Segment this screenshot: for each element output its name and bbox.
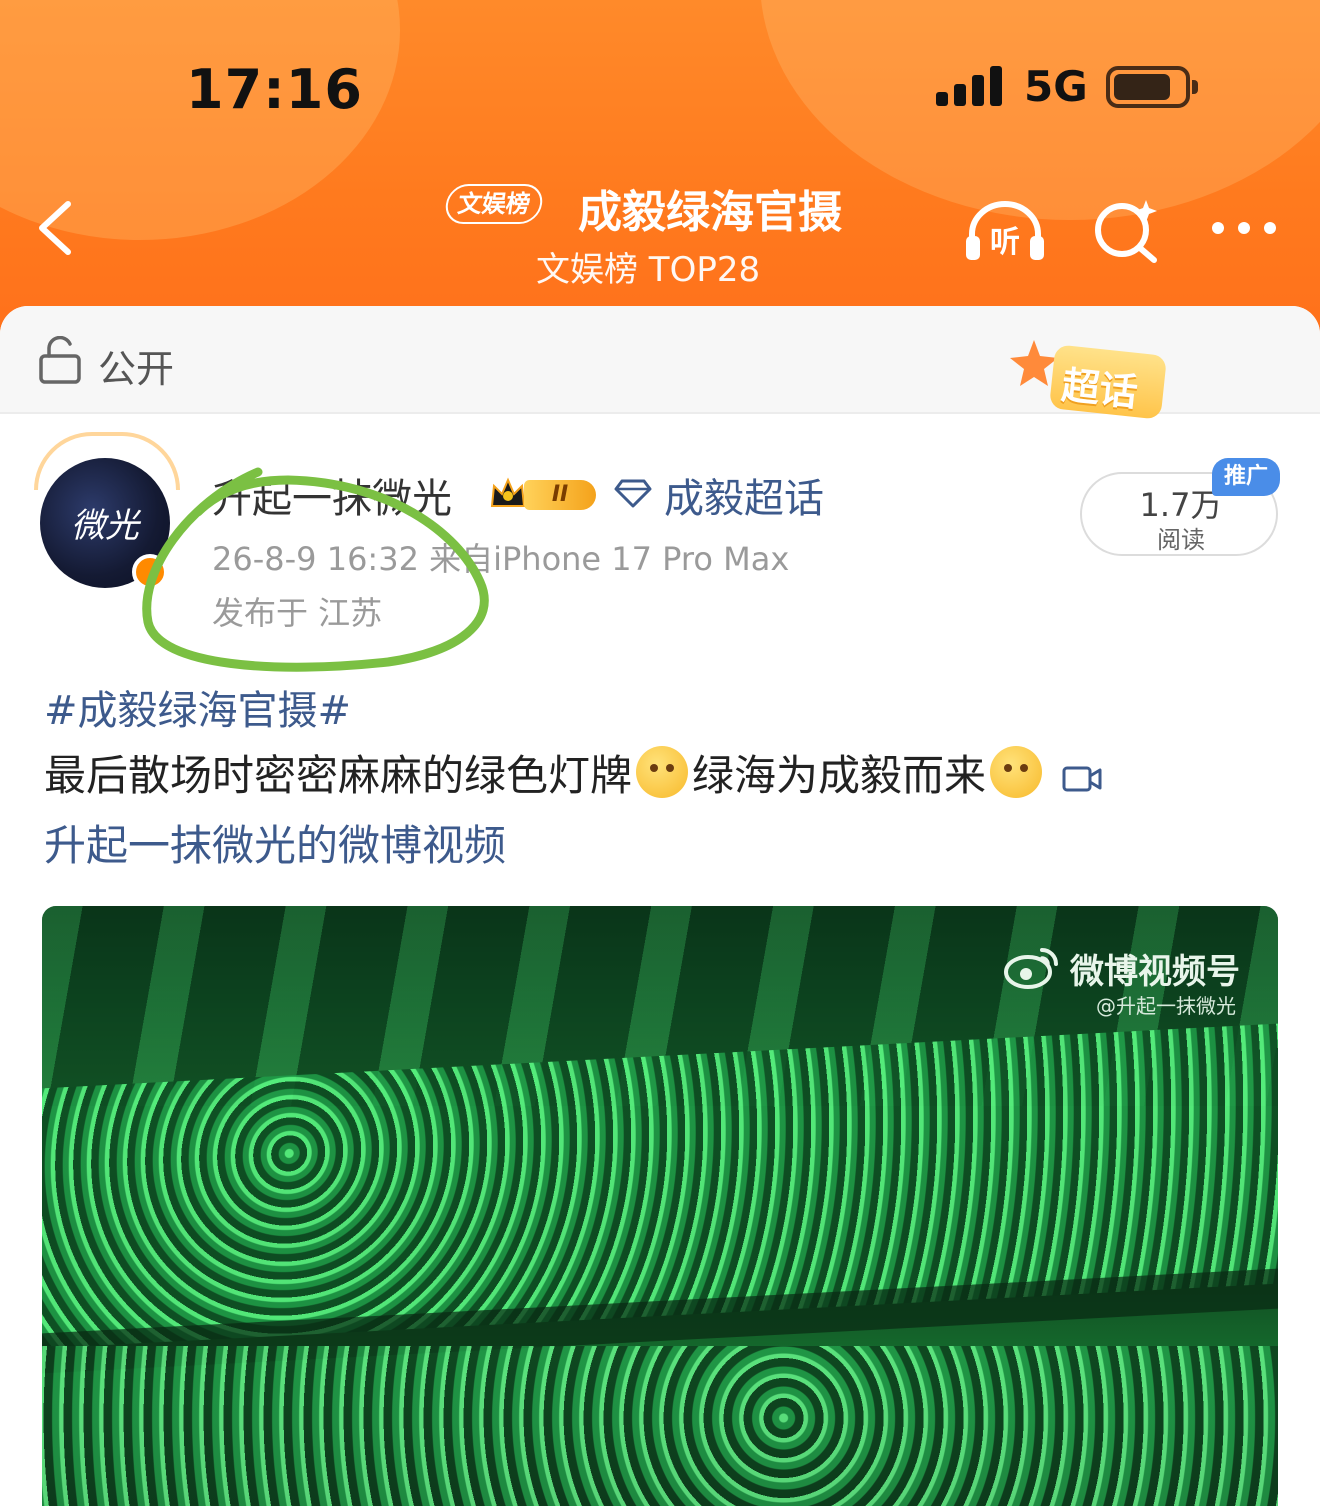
promo-tag: 推广 bbox=[1212, 458, 1280, 496]
crying-emoji-icon bbox=[636, 746, 689, 798]
level-label: II bbox=[524, 480, 596, 510]
post-location: 发布于 江苏 bbox=[212, 594, 383, 632]
blushing-emoji-icon bbox=[990, 746, 1043, 798]
page-subtitle[interactable]: 文娱榜 TOP28 bbox=[536, 242, 760, 291]
post-body-text: 最后散场时密密麻麻的绿色灯牌 bbox=[44, 751, 633, 800]
ranking-badge: 文娱榜 bbox=[443, 184, 545, 224]
battery-icon bbox=[1106, 66, 1198, 108]
status-time: 17:16 bbox=[186, 58, 363, 121]
video-player[interactable]: 微博视频号 @升起一抹微光 bbox=[42, 906, 1278, 1506]
avatar-text: 微光 bbox=[71, 506, 139, 546]
crown-icon bbox=[490, 477, 526, 507]
signal-icon bbox=[936, 66, 1004, 106]
network-type: 5G bbox=[1024, 62, 1088, 111]
video-watermark-handle: @升起一抹微光 bbox=[1096, 994, 1236, 1018]
headphones-icon: 听 bbox=[966, 201, 1044, 260]
member-level-badge[interactable]: II bbox=[488, 474, 602, 514]
video-frame bbox=[42, 1346, 1278, 1506]
more-button[interactable] bbox=[1208, 210, 1282, 246]
diamond-icon bbox=[614, 479, 652, 508]
back-icon bbox=[39, 201, 71, 255]
super-topic-link[interactable]: 成毅超话 bbox=[664, 466, 824, 524]
back-button[interactable] bbox=[30, 196, 90, 260]
post-meta: 26-8-9 16:32 来自iPhone 17 Pro Max bbox=[212, 540, 790, 578]
hashtag-link[interactable]: #成毅绿海官摄# bbox=[44, 678, 351, 736]
username[interactable]: 升起一抹微光 bbox=[212, 466, 452, 524]
post-body-text: 绿海为成毅而来 bbox=[692, 751, 987, 800]
video-watermark-title: 微博视频号 bbox=[1070, 952, 1240, 992]
super-topic-sticker[interactable]: 超话 bbox=[1006, 336, 1216, 432]
privacy-label: 公开 bbox=[98, 347, 175, 391]
video-icon bbox=[1062, 766, 1102, 792]
post-body: 最后散场时密密麻麻的绿色灯牌 绿海为成毅而来 bbox=[44, 746, 1284, 804]
weibo-logo-icon bbox=[1004, 948, 1058, 989]
more-icon bbox=[1212, 222, 1224, 234]
listen-button[interactable]: 听 bbox=[962, 196, 1048, 266]
super-topic-sticker-label: 超话 bbox=[1059, 363, 1140, 415]
search-button[interactable] bbox=[1090, 196, 1164, 266]
read-label: 阅读 bbox=[1157, 526, 1205, 554]
listen-label: 听 bbox=[990, 225, 1020, 260]
privacy-row: 公开 超话 bbox=[0, 306, 1320, 420]
page-title: 成毅绿海官摄 bbox=[578, 187, 842, 238]
search-icon bbox=[1095, 200, 1157, 263]
lock-icon bbox=[39, 336, 81, 384]
post-card: 公开 超话 微光 升起一抹微光 II 成毅超话 26-8-9 16:32 来自i… bbox=[0, 306, 1320, 1506]
vip-badge-icon bbox=[132, 554, 168, 590]
video-link[interactable]: 升起一抹微光的微博视频 bbox=[44, 812, 506, 873]
